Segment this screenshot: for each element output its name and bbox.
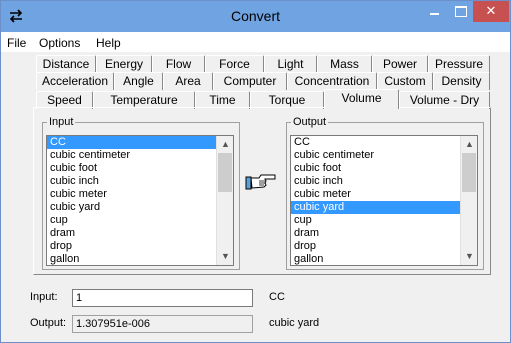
list-item[interactable]: cubic centimeter [291,149,460,162]
menu-options[interactable]: Options [39,36,80,50]
list-item[interactable]: cubic meter [291,188,460,201]
tab-density[interactable]: Density [433,72,490,90]
output-list: CC cubic centimeter cubic foot cubic inch cu… [291,136,477,265]
maximize-button[interactable] [447,1,473,22]
input-unit-label: CC [269,291,285,303]
list-item[interactable]: drop [47,240,216,253]
scroll-thumb[interactable] [462,153,476,192]
list-item[interactable]: dram [291,227,460,240]
list-item[interactable]: cup [291,214,460,227]
tab-area[interactable]: Area [163,72,213,90]
list-item[interactable]: cubic foot [47,162,216,175]
minimize-button[interactable] [421,1,447,22]
output-label: Output: [30,317,67,329]
scroll-up-icon[interactable]: ▲ [461,136,477,153]
tab-light[interactable]: Light [264,55,317,73]
tab-pressure[interactable]: Pressure [428,55,490,73]
tab-power[interactable]: Power [372,55,428,73]
menu-bar: File Options Help [1,32,510,52]
output-scrollbar[interactable]: ▲ ▼ [460,136,477,265]
scroll-down-icon[interactable]: ▼ [217,248,233,265]
list-item[interactable]: cubic inch [291,175,460,188]
list-item[interactable]: CC [291,136,460,149]
input-group-label: Input [47,116,76,128]
list-item[interactable]: cubic meter [47,188,216,201]
output-unit-label: cubic yard [269,317,320,329]
output-group-label: Output [291,116,329,128]
input-group: Input CC cubic centimeter cubic foot cubic … [42,116,240,270]
output-group: Output CC cubic centimeter cubic foot cubic… [286,116,484,270]
scroll-up-icon[interactable]: ▲ [217,136,233,153]
tab-angle[interactable]: Angle [114,72,163,90]
tab-acceleration[interactable]: Acceleration [36,72,114,90]
list-item[interactable]: CC [47,136,216,149]
tab-custom[interactable]: Custom [377,72,433,90]
tab-panel: Input CC cubic centimeter cubic foot cubic … [33,107,491,275]
output-value-field: 1.307951e-006 [72,315,253,333]
list-item[interactable]: drop [291,240,460,253]
pointing-hand-icon [245,174,276,190]
scroll-down-icon[interactable]: ▼ [461,248,477,265]
input-value-field[interactable] [72,289,253,307]
scroll-thumb[interactable] [218,153,232,192]
tab-distance[interactable]: Distance [36,55,96,73]
title-bar[interactable]: Convert ✕ [1,1,510,32]
close-button[interactable]: ✕ [473,1,509,22]
tab-computer[interactable]: Computer [213,72,287,90]
list-item[interactable]: cup [47,214,216,227]
input-listbox[interactable]: CC cubic centimeter cubic foot cubic inch cu… [46,135,234,266]
list-item[interactable]: cubic yard [47,201,216,214]
list-item[interactable]: gallon [47,253,216,265]
tab-concentration[interactable]: Concentration [287,72,377,90]
tab-energy[interactable]: Energy [96,55,152,73]
input-label: Input: [30,291,58,303]
menu-file[interactable]: File [7,36,26,50]
list-item[interactable]: cubic yard [291,201,460,214]
list-item[interactable]: cubic centimeter [47,149,216,162]
menu-help[interactable]: Help [96,36,121,50]
tab-mass[interactable]: Mass [317,55,372,73]
input-list: CC cubic centimeter cubic foot cubic inch cu… [47,136,233,265]
input-scrollbar[interactable]: ▲ ▼ [216,136,233,265]
list-item[interactable]: cubic inch [47,175,216,188]
list-item[interactable]: dram [47,227,216,240]
tab-volume[interactable]: Volume [324,89,399,109]
convert-window: Convert ✕ File Options Help Distance Ene… [0,0,511,343]
tab-force[interactable]: Force [205,55,264,73]
output-listbox[interactable]: CC cubic centimeter cubic foot cubic inch cu… [290,135,478,266]
tab-flow[interactable]: Flow [152,55,205,73]
list-item[interactable]: gallon [291,253,460,265]
list-item[interactable]: cubic foot [291,162,460,175]
close-icon: ✕ [485,3,497,18]
